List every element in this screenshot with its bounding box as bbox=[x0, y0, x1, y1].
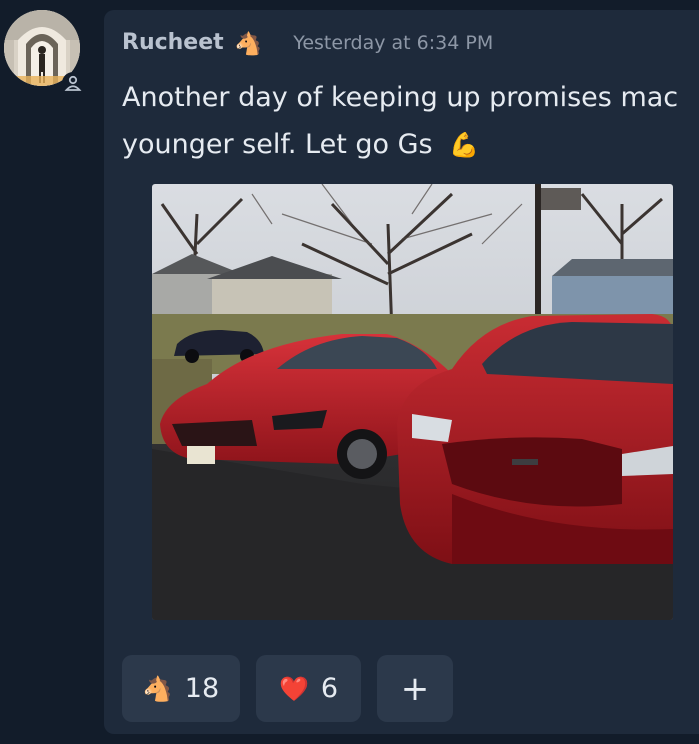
user-status-icon bbox=[64, 75, 82, 91]
horse-head-icon: 🐴 bbox=[234, 32, 263, 57]
message-timestamp: Yesterday at 6:34 PM bbox=[293, 32, 494, 54]
horse-face-icon: 🐴 bbox=[142, 674, 173, 703]
heart-icon: ❤️ bbox=[278, 674, 309, 703]
message-line-2-text: younger self. Let go Gs bbox=[122, 129, 433, 160]
add-reaction-button[interactable]: + bbox=[377, 655, 453, 722]
reaction-count: 6 bbox=[320, 673, 339, 704]
reaction-heart[interactable]: ❤️ 6 bbox=[256, 655, 361, 722]
reaction-horse[interactable]: 🐴 18 bbox=[122, 655, 240, 722]
flexed-biceps-icon: 💪 bbox=[449, 131, 480, 159]
chat-page: Rucheet 🐴 Yesterday at 6:34 PM Another d… bbox=[0, 0, 699, 744]
message-header: Rucheet 🐴 Yesterday at 6:34 PM bbox=[122, 30, 493, 57]
message-line-2: younger self. Let go Gs 💪 bbox=[122, 121, 699, 169]
plus-icon: + bbox=[400, 668, 430, 709]
user-avatar[interactable] bbox=[4, 10, 84, 94]
image-attachment[interactable] bbox=[152, 184, 673, 620]
message-line-1: Another day of keeping up promises mac bbox=[122, 82, 679, 113]
status-badge bbox=[62, 72, 84, 94]
author-name[interactable]: Rucheet bbox=[122, 30, 224, 55]
reaction-count: 18 bbox=[184, 673, 220, 704]
message-text: Another day of keeping up promises mac y… bbox=[122, 74, 699, 169]
red-cars-photo bbox=[152, 184, 673, 620]
